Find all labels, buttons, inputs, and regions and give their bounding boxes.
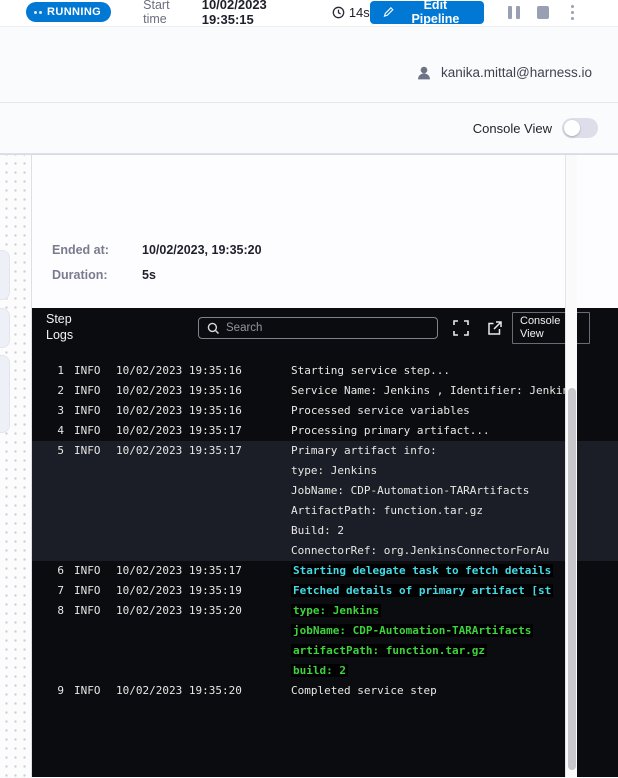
start-time-value: 10/02/2023 19:35:15 bbox=[202, 0, 316, 27]
pipeline-execution-screen: RUNNING Start time 10/02/2023 19:35:15 1… bbox=[0, 0, 618, 778]
view-options-bar: Console View bbox=[0, 103, 618, 154]
edit-pipeline-button[interactable]: Edit Pipeline bbox=[370, 1, 484, 24]
ended-at-label: Ended at: bbox=[52, 243, 109, 257]
vertical-scrollbar[interactable] bbox=[565, 155, 577, 777]
log-body[interactable]: 1INFO10/02/2023 19:35:16Starting service… bbox=[32, 348, 618, 701]
step-details-panel: Ended at: 10/02/2023, 19:35:20 Duration:… bbox=[31, 155, 618, 777]
elapsed-time: 14s bbox=[332, 5, 370, 20]
log-entry: 1INFO10/02/2023 19:35:16Starting service… bbox=[32, 361, 618, 381]
pipeline-node[interactable] bbox=[0, 355, 10, 433]
log-entry: 4INFO10/02/2023 19:35:17Processing prima… bbox=[32, 421, 618, 441]
duration-value: 5s bbox=[142, 268, 156, 282]
log-line: jobName: CDP-Automation-TARArtifacts bbox=[32, 621, 618, 641]
status-badge-label: RUNNING bbox=[47, 6, 101, 18]
pipeline-canvas[interactable] bbox=[0, 155, 31, 777]
pipeline-topbar: RUNNING Start time 10/02/2023 19:35:15 1… bbox=[0, 0, 618, 27]
open-in-new-icon bbox=[486, 320, 503, 337]
log-line: 8INFO10/02/2023 19:35:20type: Jenkins bbox=[32, 601, 618, 621]
pencil-icon bbox=[383, 6, 394, 18]
pipeline-node[interactable] bbox=[0, 308, 10, 348]
user-bar: kanika.mittal@harness.io bbox=[0, 27, 618, 103]
log-line: JobName: CDP-Automation-TARArtifacts bbox=[32, 481, 618, 501]
scrollbar-thumb[interactable] bbox=[568, 388, 576, 770]
log-entry: 6INFO10/02/2023 19:35:17Starting delegat… bbox=[32, 561, 618, 581]
more-options-button[interactable] bbox=[569, 3, 576, 22]
log-line: 2INFO10/02/2023 19:35:16Service Name: Je… bbox=[32, 381, 618, 401]
log-entry: 5INFO10/02/2023 19:35:17Primary artifact… bbox=[32, 441, 618, 561]
pipeline-node[interactable] bbox=[0, 250, 10, 300]
open-in-new-button[interactable] bbox=[484, 318, 504, 338]
log-line: 4INFO10/02/2023 19:35:17Processing prima… bbox=[32, 421, 618, 441]
status-badge: RUNNING bbox=[26, 2, 111, 22]
log-entry: 8INFO10/02/2023 19:35:20type: Jenkinsjob… bbox=[32, 601, 618, 681]
log-line: 6INFO10/02/2023 19:35:17Starting delegat… bbox=[32, 561, 618, 581]
elapsed-time-value: 14s bbox=[349, 5, 370, 20]
toggle-knob bbox=[564, 120, 580, 136]
log-line: ConnectorRef: org.JenkinsConnectorForAu bbox=[32, 541, 618, 561]
running-spinner-icon bbox=[34, 11, 42, 14]
log-search[interactable] bbox=[198, 317, 438, 339]
log-entry: 9INFO10/02/2023 19:35:20Completed servic… bbox=[32, 681, 618, 701]
main-area: Ended at: 10/02/2023, 19:35:20 Duration:… bbox=[0, 154, 618, 777]
log-line: 9INFO10/02/2023 19:35:20Completed servic… bbox=[32, 681, 618, 701]
log-line: 7INFO10/02/2023 19:35:19Fetched details … bbox=[32, 581, 618, 601]
pause-button[interactable] bbox=[508, 6, 520, 19]
ended-at-value: 10/02/2023, 19:35:20 bbox=[142, 243, 262, 257]
log-entry: 3INFO10/02/2023 19:35:16Processed servic… bbox=[32, 401, 618, 421]
fullscreen-button[interactable] bbox=[451, 318, 471, 338]
console-view-toggle[interactable] bbox=[562, 118, 598, 138]
duration-label: Duration: bbox=[52, 268, 108, 282]
clock-icon bbox=[332, 6, 345, 19]
log-entry: 7INFO10/02/2023 19:35:19Fetched details … bbox=[32, 581, 618, 601]
log-line: type: Jenkins bbox=[32, 461, 618, 481]
user-avatar-icon bbox=[415, 64, 433, 82]
step-logs-panel: Step Logs Console View 1INFO10/02/2023 1… bbox=[32, 308, 618, 777]
console-view-button[interactable]: Console View bbox=[512, 312, 590, 344]
log-line: build: 2 bbox=[32, 661, 618, 681]
log-line: Build: 2 bbox=[32, 521, 618, 541]
search-icon bbox=[207, 322, 220, 335]
edit-pipeline-label: Edit Pipeline bbox=[400, 0, 471, 26]
search-input[interactable] bbox=[226, 322, 429, 334]
log-line: 1INFO10/02/2023 19:35:16Starting service… bbox=[32, 361, 618, 381]
log-line: ArtifactPath: function.tar.gz bbox=[32, 501, 618, 521]
log-line: 3INFO10/02/2023 19:35:16Processed servic… bbox=[32, 401, 618, 421]
console-view-label: Console View bbox=[473, 121, 552, 136]
stop-button[interactable] bbox=[537, 6, 549, 19]
user-email[interactable]: kanika.mittal@harness.io bbox=[441, 65, 592, 80]
log-title: Step Logs bbox=[46, 312, 88, 343]
start-time-label: Start time bbox=[143, 0, 194, 26]
log-header: Step Logs Console View bbox=[32, 308, 618, 348]
log-line: 5INFO10/02/2023 19:35:17Primary artifact… bbox=[32, 441, 618, 461]
log-line: artifactPath: function.tar.gz bbox=[32, 641, 618, 661]
log-entry: 2INFO10/02/2023 19:35:16Service Name: Je… bbox=[32, 381, 618, 401]
fullscreen-icon bbox=[452, 319, 470, 337]
